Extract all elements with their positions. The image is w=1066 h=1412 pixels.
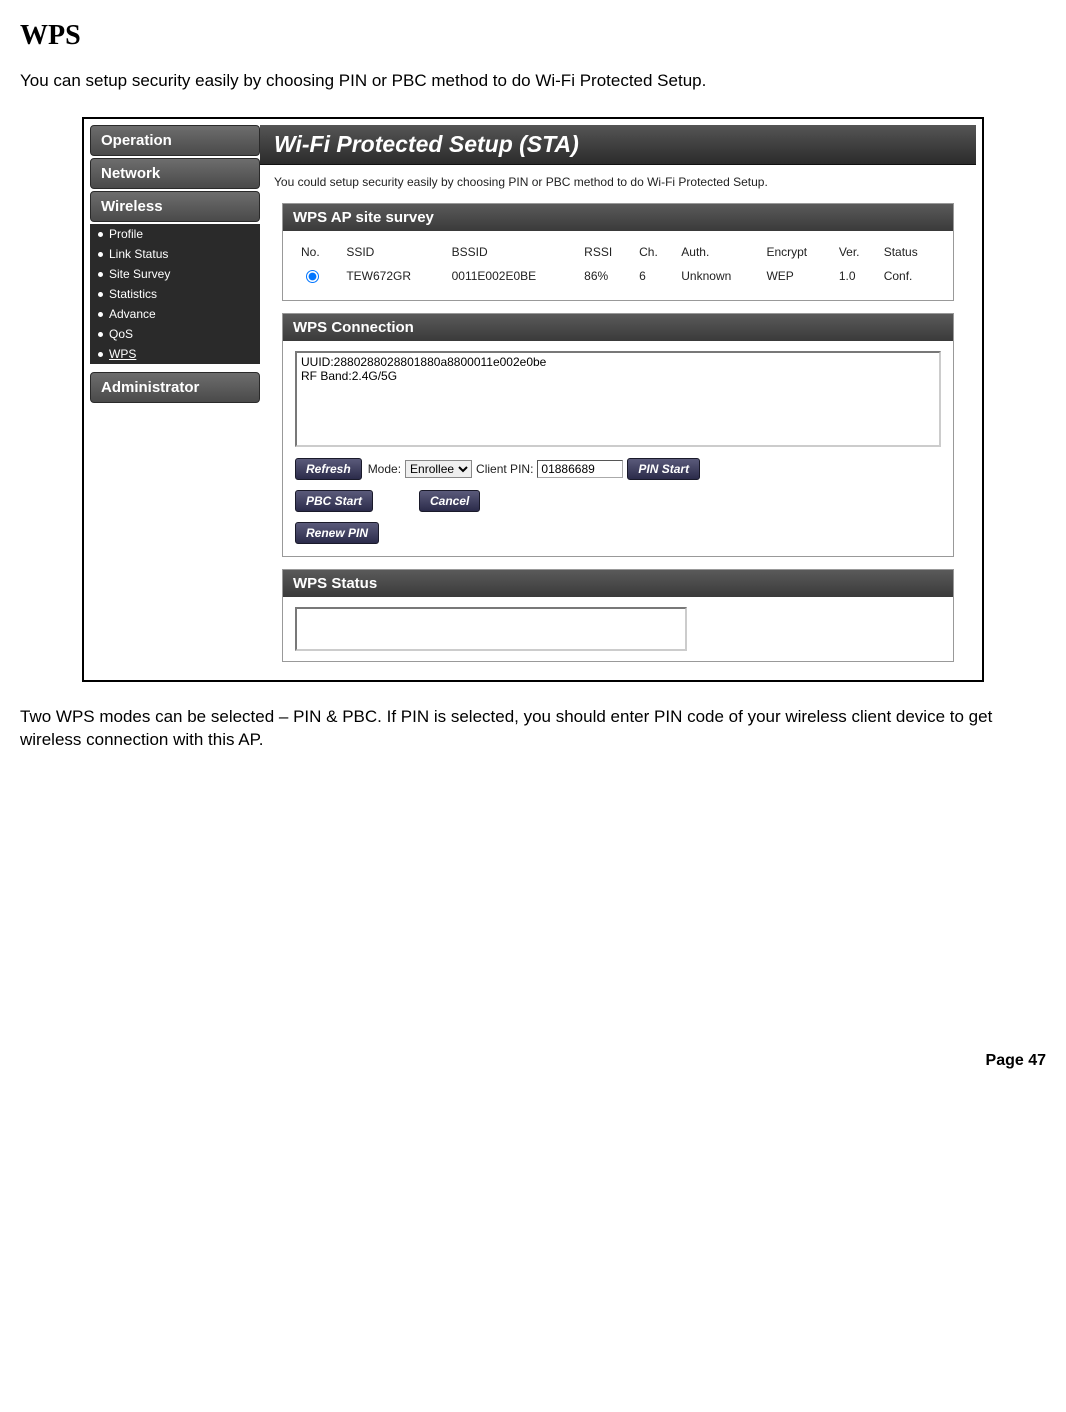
client-pin-label: Client PIN: [476, 462, 533, 476]
sidebar-item-link-status[interactable]: Link Status [90, 244, 260, 264]
col-ch: Ch. [633, 241, 675, 263]
client-pin-input[interactable] [537, 460, 623, 478]
cell-auth: Unknown [675, 263, 760, 290]
col-ver: Ver. [833, 241, 878, 263]
col-ssid: SSID [340, 241, 445, 263]
sidebar-item-profile[interactable]: Profile [90, 224, 260, 244]
cancel-button[interactable]: Cancel [419, 490, 480, 512]
bullet-icon [98, 232, 103, 237]
pbc-start-button[interactable]: PBC Start [295, 490, 373, 512]
panel-wps-status: WPS Status [282, 569, 954, 662]
cell-rssi: 86% [578, 263, 633, 290]
status-textarea[interactable] [295, 607, 687, 651]
bullet-icon [98, 352, 103, 357]
bullet-icon [98, 272, 103, 277]
sidebar-item-site-survey[interactable]: Site Survey [90, 264, 260, 284]
doc-outro: Two WPS modes can be selected – PIN & PB… [20, 706, 1046, 752]
cell-status: Conf. [878, 263, 941, 290]
doc-heading: WPS [20, 20, 1046, 52]
sidebar-item-advance[interactable]: Advance [90, 304, 260, 324]
page-number: Page 47 [20, 1052, 1046, 1070]
panel-heading: WPS AP site survey [283, 204, 953, 231]
col-bssid: BSSID [446, 241, 579, 263]
col-auth: Auth. [675, 241, 760, 263]
mode-select[interactable]: Enrollee [405, 460, 472, 478]
cell-ch: 6 [633, 263, 675, 290]
panel-heading: WPS Connection [283, 314, 953, 341]
refresh-button[interactable]: Refresh [295, 458, 362, 480]
row-select-radio[interactable] [306, 270, 319, 283]
mode-label: Mode: [368, 462, 401, 476]
table-row: TEW672GR 0011E002E0BE 86% 6 Unknown WEP … [295, 263, 941, 290]
pin-start-button[interactable]: PIN Start [627, 458, 700, 480]
panel-wps-connection: WPS Connection Refresh Mode: Enrollee Cl… [282, 313, 954, 557]
sidebar-section-administrator[interactable]: Administrator [90, 372, 260, 403]
sidebar-item-qos[interactable]: QoS [90, 324, 260, 344]
cell-bssid: 0011E002E0BE [446, 263, 579, 290]
col-status: Status [878, 241, 941, 263]
embedded-screenshot: Operation Network Wireless Profile Link … [82, 117, 984, 682]
bullet-icon [98, 312, 103, 317]
cell-ssid: TEW672GR [340, 263, 445, 290]
sidebar-section-operation[interactable]: Operation [90, 125, 260, 156]
bullet-icon [98, 252, 103, 257]
col-encrypt: Encrypt [760, 241, 832, 263]
doc-intro: You can setup security easily by choosin… [20, 70, 1046, 93]
sidebar-section-network[interactable]: Network [90, 158, 260, 189]
survey-table: No. SSID BSSID RSSI Ch. Auth. Encrypt Ve… [295, 241, 941, 290]
page-subtitle: You could setup security easily by choos… [260, 165, 976, 203]
sidebar-section-wireless[interactable]: Wireless [90, 191, 260, 222]
cell-ver: 1.0 [833, 263, 878, 290]
panel-heading: WPS Status [283, 570, 953, 597]
col-no: No. [295, 241, 340, 263]
page-title: Wi-Fi Protected Setup (STA) [260, 125, 976, 165]
sidebar: Operation Network Wireless Profile Link … [90, 125, 260, 674]
table-header-row: No. SSID BSSID RSSI Ch. Auth. Encrypt Ve… [295, 241, 941, 263]
sidebar-item-wps[interactable]: WPS [90, 344, 260, 364]
bullet-icon [98, 332, 103, 337]
renew-pin-button[interactable]: Renew PIN [295, 522, 379, 544]
main-content: Wi-Fi Protected Setup (STA) You could se… [260, 125, 976, 674]
bullet-icon [98, 292, 103, 297]
connection-info-textarea[interactable] [295, 351, 941, 447]
col-rssi: RSSI [578, 241, 633, 263]
cell-encrypt: WEP [760, 263, 832, 290]
sidebar-item-statistics[interactable]: Statistics [90, 284, 260, 304]
panel-wps-ap-site-survey: WPS AP site survey No. SSID BSSID RSSI C… [282, 203, 954, 301]
